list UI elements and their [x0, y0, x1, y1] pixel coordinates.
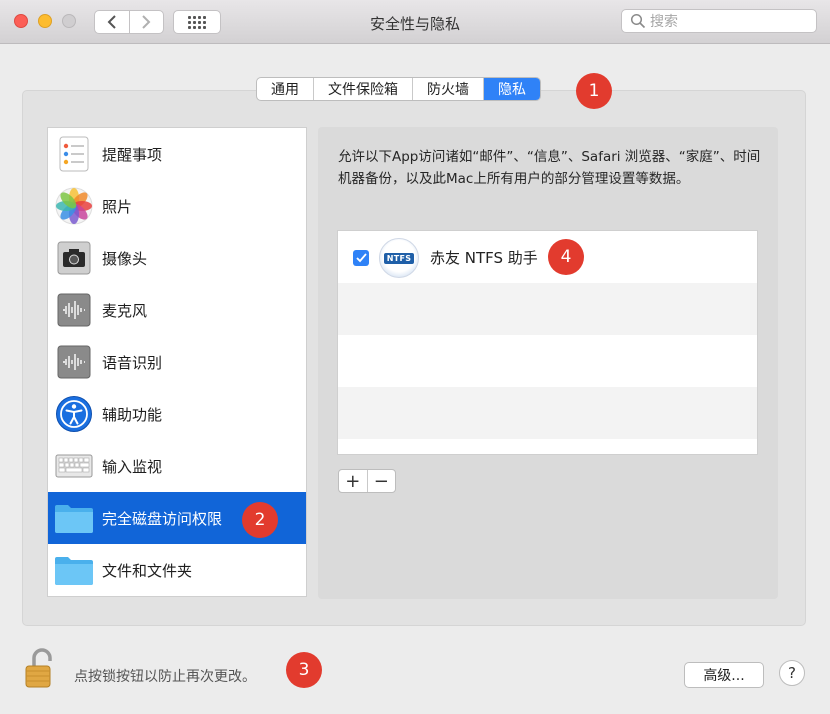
sidebar-item-label: 文件和文件夹 [102, 561, 193, 580]
app-enable-checkbox[interactable] [353, 250, 369, 266]
callout-badge: 4 [548, 239, 584, 275]
sidebar-item-microphone[interactable]: 麦克风 [48, 284, 306, 336]
access-description: 允许以下App访问诸如“邮件”、“信息”、Safari 浏览器、“家庭”、时间机… [338, 149, 761, 187]
remove-app-button[interactable]: − [368, 470, 396, 492]
checkmark-icon [355, 253, 367, 263]
sidebar-item-label: 摄像头 [102, 249, 148, 268]
tab-general[interactable]: 通用 [257, 78, 314, 100]
sidebar-item-input-monitoring[interactable]: 输入监视 [48, 440, 306, 492]
sidebar-item-files-and-folders[interactable]: 文件和文件夹 [48, 544, 306, 596]
empty-row [338, 335, 757, 387]
empty-row [338, 283, 757, 335]
add-app-button[interactable]: + [339, 470, 368, 492]
sidebar-item-label: 完全磁盘访问权限 [102, 509, 223, 528]
tab-privacy[interactable]: 隐私 [484, 78, 540, 100]
search-placeholder: 搜索 [650, 14, 678, 30]
search-field[interactable]: 搜索 [621, 9, 817, 33]
reminders-icon [54, 134, 94, 174]
app-list: NTFS 赤友 NTFS 助手 [337, 230, 758, 455]
add-remove-buttons: + − [338, 469, 396, 493]
tab-bar: 通用 文件保险箱 防火墙 隐私 [256, 77, 541, 101]
callout-badge: 3 [286, 652, 322, 688]
lock-hint-text: 点按锁按钮以防止再次更改。 [74, 669, 256, 685]
accessibility-icon [54, 394, 94, 434]
advanced-button[interactable]: 高级... [684, 662, 764, 688]
sidebar-item-reminders[interactable]: 提醒事项 [48, 128, 306, 180]
sidebar-item-label: 语音识别 [102, 353, 163, 372]
photos-icon [54, 186, 94, 226]
title-bar: 安全性与隐私 搜索 [0, 0, 830, 44]
app-name: 赤友 NTFS 助手 [430, 249, 538, 267]
sidebar-item-label: 麦克风 [102, 301, 148, 320]
sidebar-item-label: 提醒事项 [102, 145, 163, 164]
speech-recognition-icon [54, 342, 94, 382]
sidebar-item-accessibility[interactable]: 辅助功能 [48, 388, 306, 440]
tab-firewall[interactable]: 防火墙 [413, 78, 484, 100]
folder-icon [54, 498, 94, 538]
microphone-icon [54, 290, 94, 330]
empty-row [338, 439, 757, 454]
tab-filevault[interactable]: 文件保险箱 [314, 78, 413, 100]
callout-badge: 2 [242, 502, 278, 538]
keyboard-icon [54, 446, 94, 486]
sidebar-item-label: 辅助功能 [102, 405, 163, 424]
sidebar-item-label: 输入监视 [102, 457, 163, 476]
search-icon [630, 13, 646, 29]
camera-icon [54, 238, 94, 278]
empty-row [338, 387, 757, 439]
callout-badge: 1 [576, 73, 612, 109]
app-icon-text: NTFS [383, 252, 415, 264]
lock-icon[interactable] [20, 647, 62, 689]
folder-icon [54, 550, 94, 590]
ntfs-app-icon: NTFS [379, 238, 419, 278]
sidebar-item-label: 照片 [102, 197, 133, 216]
sidebar-item-photos[interactable]: 照片 [48, 180, 306, 232]
sidebar-item-camera[interactable]: 摄像头 [48, 232, 306, 284]
help-button[interactable]: ? [779, 660, 805, 686]
sidebar-item-speech-recognition[interactable]: 语音识别 [48, 336, 306, 388]
